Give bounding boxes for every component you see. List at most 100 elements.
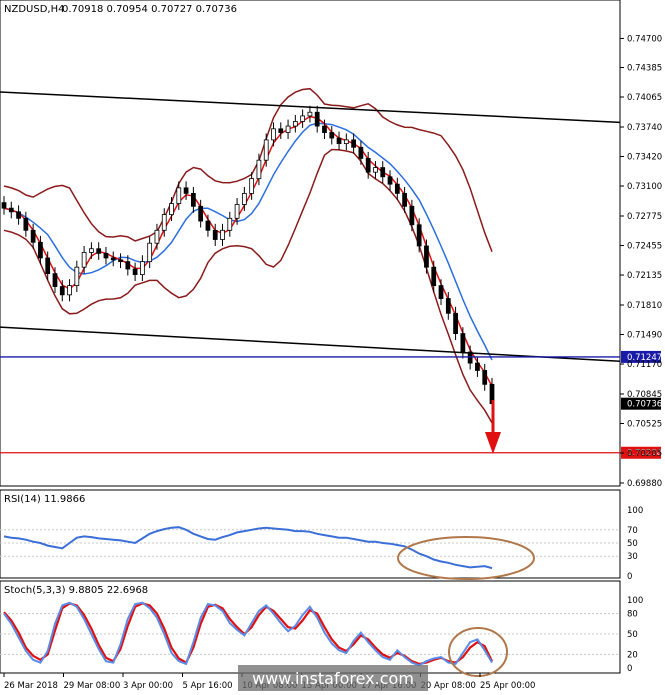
candle-body [380, 167, 386, 178]
candle-body [445, 298, 451, 314]
candle-body [190, 192, 196, 207]
x-tick-label: 25 Apr 00:00 [480, 681, 535, 691]
candle-body [475, 362, 480, 371]
candle-body [45, 257, 51, 275]
candle-body [351, 139, 356, 148]
stoch-y-tick-label: 80 [627, 610, 638, 620]
candle-body [394, 183, 400, 194]
candle-body [103, 252, 109, 259]
y-tick-label: 0.72135 [627, 271, 662, 281]
candle-body [416, 224, 422, 247]
candle-body [409, 205, 415, 226]
candle-body [234, 204, 240, 219]
candle-body [373, 167, 378, 173]
rsi-y-tick-label: 0 [627, 572, 632, 582]
candle-body [285, 125, 291, 133]
candle-body [322, 125, 327, 133]
y-tick-label: 0.74065 [627, 93, 662, 103]
candle-body [482, 370, 488, 385]
candle-body [198, 205, 204, 222]
ohlc-header: 0.70918 0.70954 0.70727 0.70736 [62, 4, 237, 15]
candle-body [169, 203, 174, 216]
current-price-label: 0.70736 [627, 400, 662, 410]
x-tick-label: 26 Mar 2018 [4, 681, 58, 691]
candle-body [314, 111, 320, 127]
candle-body [431, 266, 437, 287]
y-tick-label: 0.71170 [627, 360, 662, 370]
candle-body [59, 286, 65, 296]
candle-body [140, 261, 145, 275]
stoch-y-tick-label: 100 [627, 596, 643, 606]
candle-body [23, 217, 29, 231]
chart-root: 0.712470.702080.70736 0.747000.743850.74… [0, 0, 662, 691]
candle-body [205, 220, 211, 231]
main-panel-frame [0, 0, 621, 487]
candle-body [132, 268, 138, 275]
rsi-title: RSI(14) 11.9866 [4, 494, 85, 505]
svg-text:www.instaforex.com: www.instaforex.com [252, 669, 414, 688]
stoch-y-tick-label: 20 [627, 650, 638, 660]
candle-body [227, 217, 233, 231]
candle-body [438, 285, 444, 299]
candle-body [241, 192, 247, 205]
rsi-panel-frame [0, 489, 621, 579]
candle-body [38, 241, 43, 259]
candle-body [343, 139, 349, 144]
candle-body [365, 157, 371, 173]
y-tick-label: 0.74700 [627, 34, 662, 44]
y-tick-label: 0.70845 [627, 390, 662, 400]
candle-body [263, 139, 269, 161]
y-tick-label: 0.70525 [627, 420, 662, 430]
candle-body [74, 266, 80, 287]
candle-body [212, 229, 218, 240]
candle-body [460, 333, 466, 353]
x-tick-label: 3 Apr 00:00 [123, 681, 173, 691]
watermark: www.instaforex.com [238, 665, 428, 691]
candle-body [220, 229, 225, 240]
candle-body [300, 115, 306, 122]
candle-body [67, 285, 72, 296]
candle-body [271, 128, 276, 141]
main-chart-title: NZDUSD,H4 [4, 4, 64, 15]
rsi-y-tick-label: 50 [627, 539, 638, 549]
candle-body [16, 211, 21, 219]
candle-body [125, 261, 131, 270]
rsi-y-tick-label: 100 [627, 506, 643, 516]
candle-body [147, 242, 153, 263]
candle-body [176, 187, 182, 204]
y-tick-label: 0.73100 [627, 182, 662, 192]
x-tick-label: 29 Mar 08:00 [64, 681, 121, 691]
candle-body [292, 121, 298, 127]
candle-body [402, 192, 407, 207]
candle-body [154, 229, 160, 244]
candle-body [1, 202, 7, 209]
candle-body [387, 176, 393, 185]
candle-body [110, 257, 116, 261]
candle-body [358, 146, 364, 159]
candle-body [329, 132, 335, 139]
y-tick-label: 0.73740 [627, 123, 662, 133]
y-tick-label: 0.72455 [627, 242, 662, 252]
rsi-y-tick-label: 70 [627, 526, 638, 536]
candle-body [8, 207, 14, 213]
y-tick-label: 0.71810 [627, 301, 662, 311]
y-tick-label: 0.72775 [627, 212, 662, 222]
y-tick-label: 0.71490 [627, 331, 662, 341]
candle-body [424, 245, 429, 268]
stoch-y-tick-label: 0 [627, 664, 632, 674]
y-tick-label: 0.70205 [627, 449, 662, 459]
candle-body [183, 187, 189, 194]
x-tick-label: 20 Apr 08:00 [421, 681, 476, 691]
rsi-y-tick-label: 30 [627, 552, 638, 562]
candle-body [96, 248, 102, 254]
candle-body [118, 259, 123, 263]
stoch-title: Stoch(5,3,3) 9.8805 22.6968 [4, 585, 148, 596]
candle-body [161, 214, 167, 231]
candle-body [30, 229, 36, 243]
candle-body [256, 159, 262, 180]
stoch-y-tick-label: 50 [627, 630, 638, 640]
x-tick-label: 5 Apr 16:00 [183, 681, 233, 691]
y-tick-label: 0.74385 [627, 63, 662, 73]
candle-body [336, 137, 342, 144]
candle-body [307, 111, 313, 117]
